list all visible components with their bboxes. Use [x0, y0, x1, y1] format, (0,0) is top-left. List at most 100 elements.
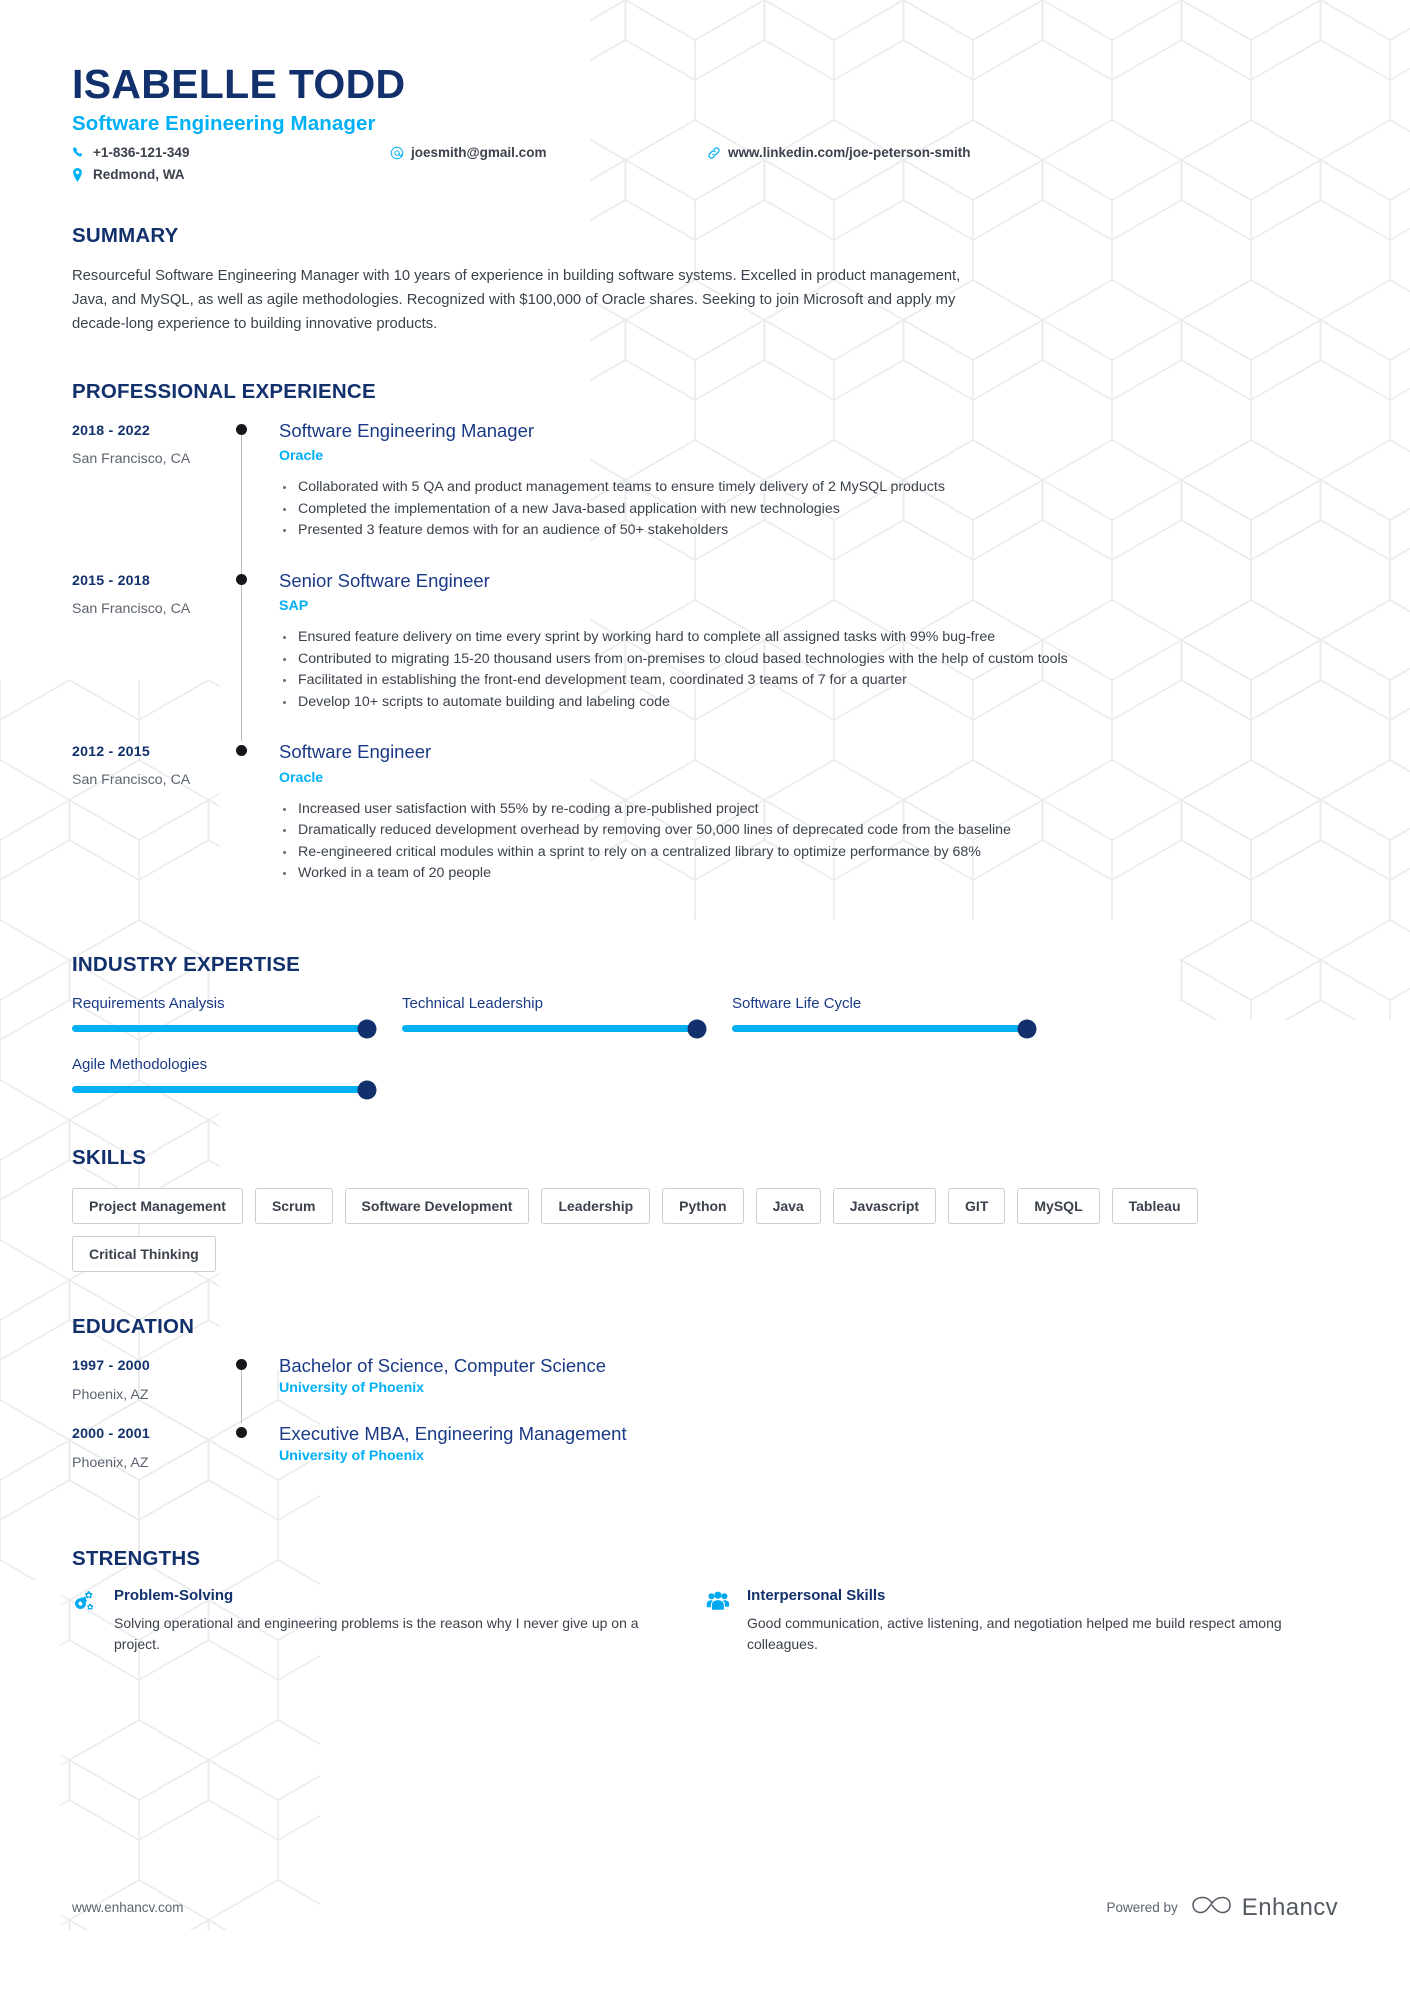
education-school: University of Phoenix [279, 1380, 425, 1397]
expertise-slider[interactable]: Requirements Analysis [72, 995, 402, 1039]
strength-body: Interpersonal Skills Good communication, … [747, 1587, 1298, 1655]
skill-tag: Java [755, 1188, 821, 1225]
strengths-section-title: STRENGTHS [72, 1547, 201, 1571]
strength-item: Problem-Solving Solving operational and e… [72, 1587, 705, 1655]
experience-location: San Francisco, CA [72, 450, 191, 467]
summary-section-title: SUMMARY [72, 224, 179, 248]
contact-linkedin-value: www.linkedin.com/joe-peterson-smith [728, 145, 971, 161]
experience-location: San Francisco, CA [72, 600, 191, 617]
skill-tag: Javascript [832, 1188, 937, 1225]
enhancv-logo: Enhancv [1191, 1892, 1338, 1923]
education-entry: 2000 - 2001 Phoenix, AZ Executive MBA, Eng… [72, 1423, 1338, 1491]
skill-tag: Leadership [541, 1188, 651, 1225]
contact-phone[interactable]: +1-836-121-349 [72, 145, 189, 160]
education-dates: 2000 - 2001 [72, 1426, 150, 1443]
experience-bullet: Re-engineered critical modules within a … [279, 842, 1328, 863]
contact-email-value: joesmith@gmail.com [411, 145, 547, 161]
experience-company: SAP [279, 598, 309, 615]
timeline-rail [225, 569, 279, 742]
experience-bullet: Presented 3 feature demos with for an au… [279, 520, 1328, 541]
experience-bullet: Collaborated with 5 QA and product manag… [279, 477, 1328, 498]
contact-phone-value: +1-836-121-349 [93, 145, 190, 161]
experience-dates: 2015 - 2018 [72, 572, 150, 589]
education-dates: 1997 - 2000 [72, 1358, 150, 1375]
strength-title: Problem-Solving [114, 1587, 234, 1605]
education-timeline: 1997 - 2000 Phoenix, AZ Bachelor of Scienc… [72, 1355, 1338, 1491]
expertise-slider-track[interactable] [732, 1019, 1037, 1039]
contact-location: Redmond, WA [72, 167, 185, 182]
expertise-slider-track[interactable] [402, 1019, 707, 1039]
people-icon [705, 1587, 733, 1655]
footer-branding: Powered by Enhancv [1107, 1892, 1339, 1923]
experience-role: Software Engineer [279, 741, 432, 763]
skill-tag: Project Management [72, 1188, 243, 1225]
skill-tag: Software Development [344, 1188, 530, 1225]
education-degree: Bachelor of Science, Computer Science [279, 1355, 607, 1377]
experience-company: Oracle [279, 448, 324, 465]
phone-icon [72, 146, 87, 159]
experience-entry: 2015 - 2018 San Francisco, CA Senior Softw… [72, 569, 1338, 742]
expertise-slider-knob[interactable] [1017, 1019, 1037, 1039]
skill-tag: Critical Thinking [72, 1236, 216, 1273]
expertise-slider-grid: Requirements Analysis Technical Leadershi… [72, 995, 1338, 1100]
experience-role: Software Engineering Manager [279, 419, 535, 441]
experience-bullet: Dramatically reduced development overhea… [279, 820, 1328, 841]
footer-website-url[interactable]: www.enhancv.com [72, 1900, 184, 1915]
timeline-dot-icon [236, 573, 247, 585]
contact-email[interactable]: joesmith@gmail.com [390, 145, 546, 160]
timeline-line [241, 569, 242, 742]
strength-body: Problem-Solving Solving operational and e… [114, 1587, 665, 1655]
expertise-slider-fill [402, 1025, 697, 1033]
enhancv-wordmark: Enhancv [1241, 1893, 1338, 1921]
contact-linkedin[interactable]: www.linkedin.com/joe-peterson-smith [707, 145, 971, 160]
experience-bullet: Develop 10+ scripts to automate building… [279, 692, 1328, 713]
education-section-title: EDUCATION [72, 1315, 195, 1339]
expertise-slider-knob[interactable] [357, 1080, 377, 1100]
expertise-slider-fill [732, 1025, 1027, 1033]
experience-meta: 2018 - 2022 San Francisco, CA [72, 420, 225, 570]
strength-text: Good communication, active listening, an… [747, 1615, 1282, 1653]
experience-section: PROFESSIONAL EXPERIENCE 2018 - 2022 San F… [72, 380, 1338, 913]
experience-bullet-list: Ensured feature delivery on time every s… [279, 627, 1338, 712]
expertise-slider[interactable]: Software Life Cycle [732, 995, 1062, 1039]
experience-body: Software Engineer Oracle Increased user sa… [279, 741, 1338, 913]
expertise-slider-knob[interactable] [687, 1019, 707, 1039]
skills-section-title: SKILLS [72, 1146, 147, 1170]
experience-bullet-list: Increased user satisfaction with 55% by … [279, 799, 1338, 884]
education-meta: 1997 - 2000 Phoenix, AZ [72, 1355, 225, 1423]
experience-location: San Francisco, CA [72, 772, 191, 789]
expertise-slider-label: Technical Leadership [402, 995, 543, 1013]
experience-meta: 2015 - 2018 San Francisco, CA [72, 570, 225, 742]
timeline-line [241, 1363, 242, 1424]
expertise-slider-fill [72, 1025, 367, 1033]
timeline-line [241, 427, 242, 570]
education-school: University of Phoenix [279, 1448, 425, 1465]
skill-tag-list: Project Management Scrum Software Developm… [72, 1188, 1262, 1273]
experience-bullet: Completed the implementation of a new Ja… [279, 499, 1328, 520]
expertise-section: INDUSTRY EXPERTISE Requirements Analysis… [72, 953, 1338, 1100]
expertise-slider-track[interactable] [72, 1019, 377, 1039]
experience-bullet: Increased user satisfaction with 55% by … [279, 799, 1328, 820]
experience-company: Oracle [279, 769, 324, 786]
strength-item: Interpersonal Skills Good communication, … [705, 1587, 1338, 1655]
education-degree: Executive MBA, Engineering Management [279, 1423, 627, 1445]
contact-location-value: Redmond, WA [93, 167, 185, 183]
footer: www.enhancv.com Powered by Enhancv [72, 1892, 1338, 1923]
timeline-rail [225, 1423, 279, 1491]
contact-row: +1-836-121-349 Redmond, WA joesmith@gmai… [72, 145, 1338, 193]
expertise-slider-fill [72, 1086, 367, 1094]
experience-bullet: Facilitated in establishing the front-en… [279, 670, 1328, 691]
expertise-slider-knob[interactable] [357, 1019, 377, 1039]
expertise-slider[interactable]: Technical Leadership [402, 995, 732, 1039]
experience-meta: 2012 - 2015 San Francisco, CA [72, 741, 225, 913]
education-meta: 2000 - 2001 Phoenix, AZ [72, 1423, 225, 1491]
strength-text: Solving operational and engineering prob… [114, 1615, 639, 1653]
summary-section: SUMMARY Resourceful Software Engineering… [72, 224, 1338, 337]
location-pin-icon [72, 167, 87, 182]
at-sign-icon [390, 146, 405, 160]
timeline-rail [225, 1355, 279, 1424]
expertise-slider[interactable]: Agile Methodologies [72, 1056, 402, 1100]
timeline-dot-icon [236, 1359, 247, 1371]
experience-role: Senior Software Engineer [279, 569, 490, 591]
expertise-slider-track[interactable] [72, 1080, 377, 1100]
